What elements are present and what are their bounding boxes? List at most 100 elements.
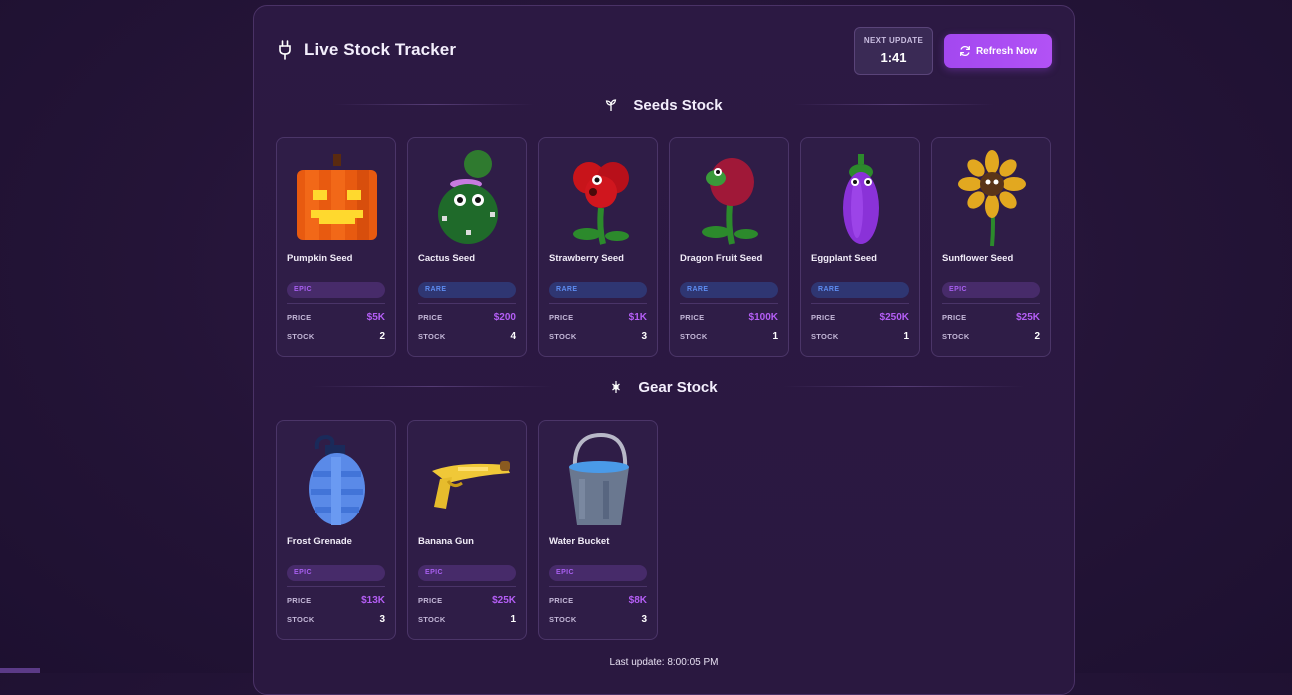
seed-card[interactable]: Eggplant Seed RARE PRICE $250K STOCK 1: [800, 137, 920, 357]
card-name: Sunflower Seed: [942, 253, 1014, 264]
seeds-grid: Pumpkin Seed EPIC PRICE $5K STOCK 2 Cact…: [276, 137, 1051, 357]
stock-value: 2: [1034, 331, 1040, 342]
next-update-box: NEXT UPDATE 1:41: [854, 27, 933, 75]
card-divider: [287, 303, 385, 304]
stock-label: STOCK: [549, 615, 577, 624]
stock-label: STOCK: [287, 332, 315, 341]
rarity-badge: EPIC: [549, 565, 647, 581]
rarity-badge: RARE: [811, 282, 909, 298]
stock-label: STOCK: [287, 615, 315, 624]
stock-value: 1: [510, 614, 516, 625]
price-value: $13K: [361, 595, 385, 606]
stock-value: 3: [641, 331, 647, 342]
stock-row: STOCK 4: [418, 331, 516, 342]
page-title: Live Stock Tracker: [304, 40, 457, 59]
plug-icon: [279, 40, 291, 60]
section-divider: [784, 386, 1024, 387]
card-divider: [418, 303, 516, 304]
seed-card[interactable]: Dragon Fruit Seed RARE PRICE $100K STOCK…: [669, 137, 789, 357]
stock-value: 1: [903, 331, 909, 342]
next-update-time: 1:41: [880, 50, 907, 65]
price-row: PRICE $8K: [549, 595, 647, 606]
scroll-indicator: [0, 668, 40, 673]
sunflower-icon: [958, 150, 1026, 247]
last-update-text: Last update: 8:00:05 PM: [609, 657, 719, 668]
section-divider: [312, 386, 552, 387]
rarity-badge: EPIC: [287, 565, 385, 581]
price-label: PRICE: [418, 596, 443, 605]
card-divider: [680, 303, 778, 304]
seeds-section-header: Seeds Stock: [254, 93, 1074, 117]
next-update-label: NEXT UPDATE: [863, 36, 924, 45]
price-label: PRICE: [549, 313, 574, 322]
seed-card[interactable]: Sunflower Seed EPIC PRICE $25K STOCK 2: [931, 137, 1051, 357]
stock-tracker-panel: Live Stock Tracker NEXT UPDATE 1:41 Refr…: [253, 5, 1075, 695]
card-divider: [418, 586, 516, 587]
price-value: $25K: [492, 595, 516, 606]
stock-label: STOCK: [418, 332, 446, 341]
gear-icon: [612, 381, 621, 393]
stock-value: 3: [379, 614, 385, 625]
stock-row: STOCK 2: [287, 331, 385, 342]
card-name: Banana Gun: [418, 536, 474, 547]
stock-label: STOCK: [418, 615, 446, 624]
rarity-badge: EPIC: [942, 282, 1040, 298]
gear-section-title: Gear Stock: [638, 378, 718, 396]
strawberry-icon: [573, 162, 629, 245]
stock-value: 4: [510, 331, 516, 342]
gear-section-header: Gear Stock: [254, 375, 1074, 399]
price-row: PRICE $200: [418, 312, 516, 323]
rarity-badge: RARE: [418, 282, 516, 298]
price-row: PRICE $5K: [287, 312, 385, 323]
card-name: Dragon Fruit Seed: [680, 253, 763, 264]
price-row: PRICE $1K: [549, 312, 647, 323]
gear-card[interactable]: Banana Gun EPIC PRICE $25K STOCK 1: [407, 420, 527, 640]
price-label: PRICE: [811, 313, 836, 322]
dragon-fruit-icon: [702, 158, 758, 245]
price-value: $100K: [748, 312, 778, 323]
card-name: Frost Grenade: [287, 536, 352, 547]
rarity-badge: EPIC: [418, 565, 516, 581]
stock-value: 2: [379, 331, 385, 342]
rarity-badge: EPIC: [287, 282, 385, 298]
stock-label: STOCK: [680, 332, 708, 341]
card-divider: [549, 586, 647, 587]
seed-card[interactable]: Strawberry Seed RARE PRICE $1K STOCK 3: [538, 137, 658, 357]
seed-card[interactable]: Pumpkin Seed EPIC PRICE $5K STOCK 2: [276, 137, 396, 357]
stock-value: 3: [641, 614, 647, 625]
gear-card[interactable]: Frost Grenade EPIC PRICE $13K STOCK 3: [276, 420, 396, 640]
price-row: PRICE $250K: [811, 312, 909, 323]
price-label: PRICE: [418, 313, 443, 322]
price-row: PRICE $100K: [680, 312, 778, 323]
stock-row: STOCK 2: [942, 331, 1040, 342]
card-divider: [549, 303, 647, 304]
stock-row: STOCK 1: [811, 331, 909, 342]
eggplant-icon: [843, 154, 879, 244]
price-row: PRICE $25K: [418, 595, 516, 606]
stock-value: 1: [772, 331, 778, 342]
card-divider: [287, 586, 385, 587]
price-value: $250K: [879, 312, 909, 323]
price-row: PRICE $13K: [287, 595, 385, 606]
card-name: Pumpkin Seed: [287, 253, 353, 264]
cactus-icon: [438, 150, 498, 244]
gear-card[interactable]: Water Bucket EPIC PRICE $8K STOCK 3: [538, 420, 658, 640]
seed-card[interactable]: Cactus Seed RARE PRICE $200 STOCK 4: [407, 137, 527, 357]
price-label: PRICE: [549, 596, 574, 605]
rarity-badge: RARE: [549, 282, 647, 298]
price-value: $1K: [628, 312, 647, 323]
price-value: $200: [493, 312, 516, 323]
price-value: $25K: [1016, 312, 1040, 323]
refresh-label: Refresh Now: [975, 45, 1038, 57]
stock-row: STOCK 3: [287, 614, 385, 625]
sprout-icon: [606, 99, 617, 111]
stock-row: STOCK 3: [549, 331, 647, 342]
gear-grid: Frost Grenade EPIC PRICE $13K STOCK 3 Ba…: [276, 420, 658, 640]
card-name: Water Bucket: [549, 536, 610, 547]
title-wrap: Live Stock Tracker: [278, 40, 456, 60]
price-label: PRICE: [287, 596, 312, 605]
refresh-icon: [959, 45, 970, 57]
rarity-badge: RARE: [680, 282, 778, 298]
refresh-now-button[interactable]: Refresh Now: [944, 34, 1052, 68]
stock-row: STOCK 3: [549, 614, 647, 625]
